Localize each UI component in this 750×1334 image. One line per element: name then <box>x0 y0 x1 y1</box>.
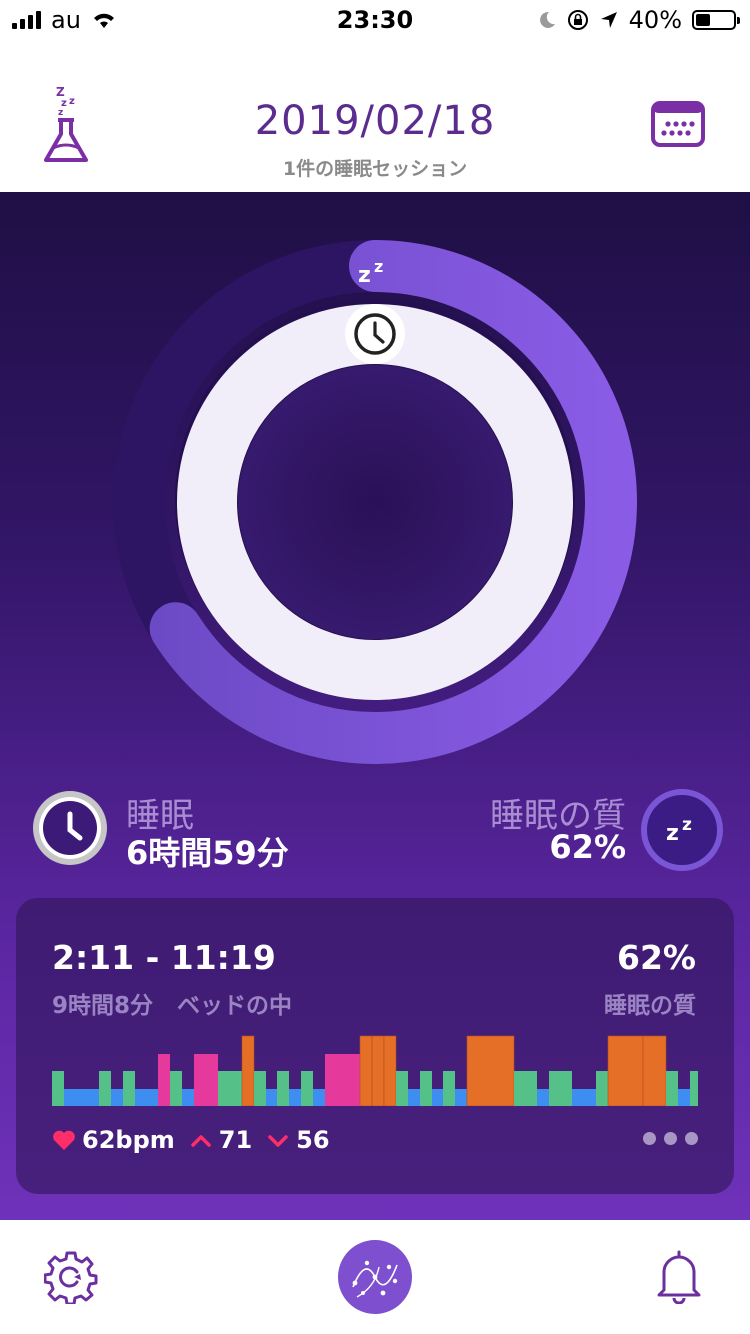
quality-value: 62% <box>549 828 626 866</box>
sleep-phase-bar <box>549 1071 572 1106</box>
duration-value: 9時間8分 <box>52 993 154 1019</box>
sleep-phase-bar <box>420 1071 432 1106</box>
sleep-phase-bar <box>111 1089 123 1106</box>
svg-text:z: z <box>666 821 679 846</box>
sleep-phase-bar <box>466 1035 515 1106</box>
heart-rate-min: 56 <box>296 1126 330 1154</box>
sleep-phase-bar <box>432 1089 443 1106</box>
sleep-phase-bar <box>443 1071 455 1106</box>
sleep-phase-bar <box>371 1035 385 1106</box>
sleep-value: 6時間59分 <box>126 834 289 872</box>
status-bar: au 23:30 40% <box>0 0 750 40</box>
status-right: 40% <box>537 6 740 34</box>
sleep-duration-stat: 睡眠 6時間59分 <box>30 788 370 872</box>
sleep-phase-bar <box>514 1071 537 1106</box>
sleep-phase-bar <box>607 1035 644 1106</box>
sleep-phase-bar <box>455 1089 467 1106</box>
sleep-phase-bar <box>194 1054 218 1106</box>
sleep-phase-bar <box>123 1071 135 1106</box>
sleep-phase-bar <box>241 1035 255 1106</box>
alarm-bell-icon[interactable] <box>656 1248 702 1304</box>
sleep-phase-bar <box>135 1089 158 1106</box>
sleep-phase-bar <box>678 1089 690 1106</box>
session-duration: 9時間8分 ベッドの中 <box>52 986 292 1020</box>
more-options-icon[interactable] <box>643 1132 698 1145</box>
sleep-phase-bar <box>537 1089 549 1106</box>
sleep-phase-bar <box>218 1071 242 1106</box>
up-arrow-icon <box>191 1135 211 1147</box>
heart-rate-value: 62bpm <box>82 1126 175 1154</box>
sleep-phase-bar <box>642 1035 667 1106</box>
duration-suffix: ベッドの中 <box>177 993 293 1019</box>
rotation-lock-icon <box>567 10 588 30</box>
session-time-range: 2:11 - 11:19 <box>52 938 276 977</box>
sleep-pattern-tab[interactable] <box>338 1240 412 1314</box>
sleep-summary-panel: z z 睡眠 6時間59分 睡眠の質 62% z z 2:11 - 11:19 <box>0 192 750 1220</box>
clock-icon <box>33 791 107 865</box>
sleep-phase-bar <box>408 1089 420 1106</box>
battery-icon <box>692 10 740 30</box>
down-arrow-icon <box>268 1135 288 1147</box>
svg-text:z: z <box>374 257 383 276</box>
clock-icon <box>345 304 405 364</box>
calendar-icon[interactable] <box>650 100 706 148</box>
battery-percent: 40% <box>628 6 682 34</box>
sleep-phase-bar <box>690 1071 698 1106</box>
sleep-phase-bar <box>158 1054 170 1106</box>
sleep-session-card[interactable]: 2:11 - 11:19 9時間8分 ベッドの中 62% 睡眠の質 62bpm … <box>16 898 734 1194</box>
svg-text:Z: Z <box>56 85 65 99</box>
session-quality-label: 睡眠の質 <box>604 993 696 1019</box>
sleep-phase-bar <box>313 1089 325 1106</box>
header: Z z z z 2019/02/18 1件の睡眠セッション <box>0 40 750 192</box>
sleep-phase-bar <box>266 1089 277 1106</box>
sleep-phase-bar <box>572 1089 596 1106</box>
heart-rate-max: 71 <box>218 1126 253 1154</box>
tab-bar <box>0 1220 750 1334</box>
battery-fill <box>696 14 711 26</box>
sleep-phase-bar <box>289 1089 301 1106</box>
location-arrow-icon <box>600 12 617 28</box>
sleep-phase-bar <box>359 1035 373 1106</box>
sleep-phase-bar <box>383 1035 397 1106</box>
sleep-phase-bar <box>596 1071 608 1106</box>
zzz-quality-icon: z z <box>641 789 723 871</box>
sleep-quality-stat: 睡眠の質 62% z z <box>364 788 724 872</box>
sleep-phase-bar <box>396 1071 408 1106</box>
sleep-phase-chart <box>52 1035 698 1106</box>
sleep-phase-bar <box>277 1071 289 1106</box>
sleep-phase-bar <box>64 1089 99 1106</box>
sleep-phase-bar <box>666 1071 678 1106</box>
moon-icon <box>539 11 555 28</box>
sleep-phase-bar <box>254 1071 266 1106</box>
sleep-pattern-icon <box>352 1260 398 1298</box>
heart-rate-row: 62bpm 71 56 <box>52 1126 330 1154</box>
session-quality-value: 62% <box>617 938 696 977</box>
sleep-phase-bar <box>301 1071 313 1106</box>
svg-text:z: z <box>682 815 692 835</box>
sleep-phase-bar <box>52 1071 64 1106</box>
sleep-phase-bar <box>325 1054 360 1106</box>
sleep-phase-bar <box>170 1071 182 1106</box>
sleep-phase-bar <box>99 1071 111 1106</box>
sleep-ring[interactable]: z z <box>0 192 750 792</box>
sleep-phase-bar <box>182 1089 194 1106</box>
settings-gear-icon[interactable] <box>44 1250 98 1304</box>
session-count: 1件の睡眠セッション <box>282 158 468 180</box>
svg-text:z: z <box>358 263 371 288</box>
ring-center <box>238 365 512 639</box>
session-date[interactable]: 2019/02/18 <box>0 98 750 144</box>
heart-icon <box>53 1130 75 1150</box>
